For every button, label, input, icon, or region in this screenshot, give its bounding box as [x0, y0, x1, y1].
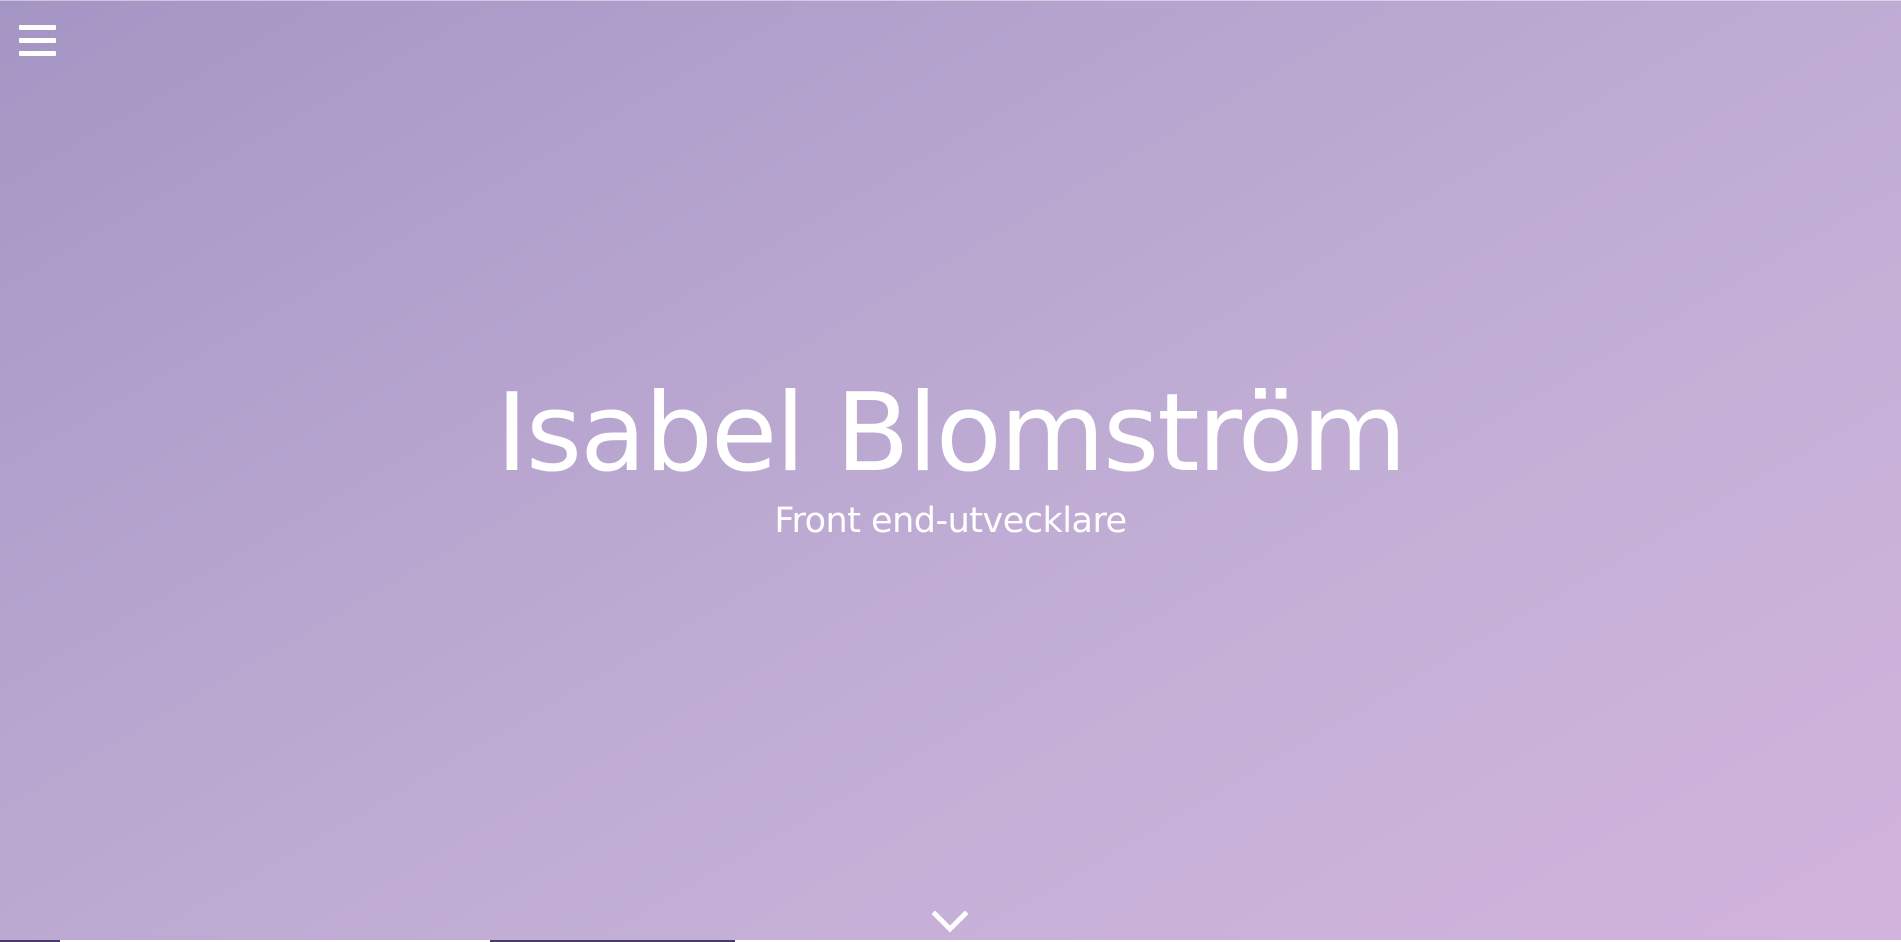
menu-bar-bottom: [19, 51, 56, 56]
hero-section: Isabel Blomström Front end-utvecklare: [0, 0, 1901, 942]
hero-name: Isabel Blomström: [496, 371, 1407, 496]
chevron-down-icon: [931, 910, 969, 933]
hero-title-block: Isabel Blomström Front end-utvecklare: [0, 372, 1901, 544]
top-edge-line: [0, 0, 1901, 1]
menu-bar-middle: [19, 38, 56, 43]
hamburger-menu-button[interactable]: [19, 24, 56, 58]
menu-bar-top: [19, 25, 56, 30]
scroll-down-button[interactable]: [931, 910, 969, 933]
hero-role: Front end-utvecklare: [774, 501, 1127, 541]
